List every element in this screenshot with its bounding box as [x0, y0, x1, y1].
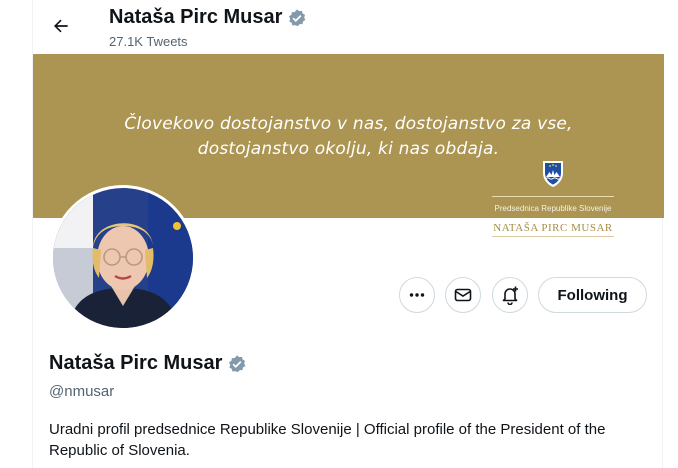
profile-photo [53, 188, 193, 328]
bell-plus-icon[interactable] [500, 285, 520, 305]
header-display-name: Nataša Pirc Musar [109, 6, 307, 29]
banner-divider [492, 196, 614, 197]
tweet-count: 27.1K Tweets [109, 34, 188, 49]
message-button[interactable] [445, 277, 481, 313]
banner-signature-name: NATAŠA PIRC MUSAR [493, 222, 613, 234]
profile-bio: Uradni profil predsednice Republike Slov… [49, 421, 606, 459]
profile-handle: @nmusar [49, 383, 115, 400]
avatar[interactable] [50, 185, 196, 331]
banner-quote: Človekovo dostojanstvo v nas, dostojanst… [124, 114, 573, 159]
profile-name-text: Nataša Pirc Musar [49, 352, 223, 374]
more-button[interactable] [399, 277, 435, 313]
envelope-icon[interactable] [454, 286, 472, 304]
more-horizontal-icon[interactable] [408, 286, 426, 304]
slovenia-coat-of-arms-icon [543, 161, 563, 187]
header-name-text: Nataša Pirc Musar [109, 6, 283, 28]
verified-badge-icon[interactable] [227, 354, 247, 374]
profile-header-bar: Nataša Pirc Musar 27.1K Tweets [33, 0, 664, 53]
signature-underline [492, 236, 614, 237]
profile-display-name: Nataša Pirc Musar [49, 352, 247, 375]
profile-column: Nataša Pirc Musar 27.1K Tweets Človekovo… [32, 0, 664, 468]
following-button[interactable]: Following [538, 277, 647, 313]
banner-office-title: Predsednica Republike Slovenije [494, 204, 612, 213]
portrait-illustration [53, 188, 193, 328]
back-button[interactable] [45, 10, 77, 42]
arrow-left-icon[interactable] [51, 16, 71, 36]
notifications-button[interactable] [492, 277, 528, 313]
verified-badge-icon [289, 8, 306, 26]
